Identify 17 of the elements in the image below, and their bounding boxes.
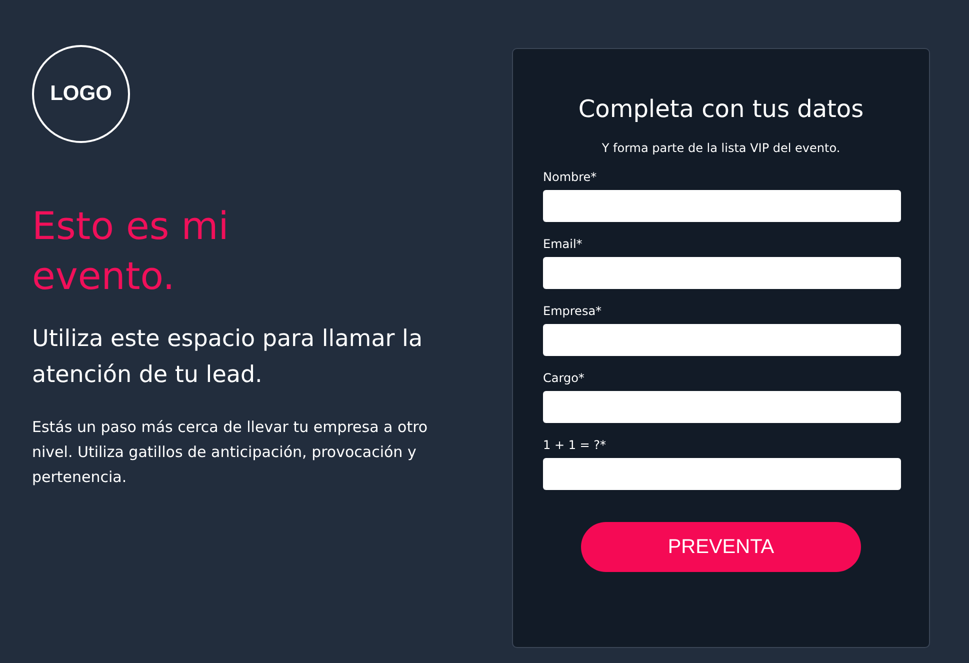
form-title: Completa con tus datos	[577, 94, 865, 125]
field-label: Nombre*	[543, 170, 598, 184]
event-description: Estás un paso más cerca de llevar tu empresa a otro nivel. Utiliza gatillos de anticipación, provocación y pertenencia.	[32, 417, 429, 488]
input-field[interactable]	[543, 391, 901, 423]
field-label: Cargo*	[543, 371, 586, 385]
field-label: Empresa*	[543, 304, 603, 318]
logo: LOGO	[32, 45, 130, 143]
input-field[interactable]	[543, 458, 901, 490]
input-field[interactable]	[543, 324, 901, 356]
event-subtitle: Utiliza este espacio para llamar la atención de tu lead.	[32, 325, 424, 390]
submit-button[interactable]: PREVENTA	[581, 522, 861, 572]
input-field[interactable]	[543, 257, 901, 289]
input-field[interactable]	[543, 190, 901, 222]
field-label: 1 + 1 = ?*	[543, 438, 608, 452]
field-label: Email*	[543, 237, 584, 251]
form-subtitle: Y forma parte de la lista VIP del evento.	[600, 141, 842, 155]
event-title: Esto es mi evento.	[32, 203, 230, 300]
